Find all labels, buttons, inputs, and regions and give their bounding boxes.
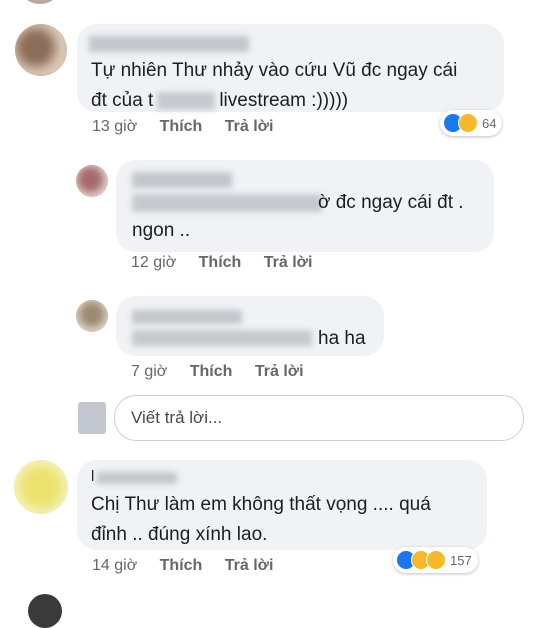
comment-meta: 12 giờ Thích Trả lời [131, 254, 331, 272]
reply-input[interactable]: Viết trả lời... [114, 395, 524, 441]
comment-text-line: ngon .. [132, 220, 191, 241]
redacted-text [132, 330, 312, 346]
comment-text-line: Tự nhiên Thư nhảy vào cứu Vũ đc ngay cái [91, 60, 458, 81]
comment-text-line: ha ha [318, 328, 366, 349]
redacted-text [132, 194, 322, 212]
reaction-summary[interactable]: 157 [393, 547, 478, 573]
timestamp[interactable]: 13 giờ [92, 118, 137, 135]
avatar[interactable] [76, 300, 108, 332]
comment-text-line: đt của t livestream :))))) [91, 86, 501, 116]
commenter-name-fragment[interactable]: l [91, 462, 94, 492]
reply-button[interactable]: Trả lời [225, 557, 274, 574]
commenter-name-redacted[interactable] [97, 472, 177, 484]
comment-text-fragment: livestream :))))) [219, 90, 349, 111]
reaction-summary[interactable]: 64 [440, 110, 503, 136]
redacted-text [132, 172, 232, 188]
reply-button[interactable]: Trả lời [264, 254, 313, 271]
current-user-avatar [78, 402, 106, 434]
comment-bubble: ha ha [116, 296, 384, 356]
reaction-count: 64 [482, 115, 497, 131]
avatar[interactable] [76, 165, 108, 197]
avatar-partial-top[interactable] [20, 0, 60, 4]
avatar-partial-bottom[interactable] [28, 594, 62, 628]
comment-text: Chị Thư làm em không thất vọng .... quá … [91, 490, 481, 550]
like-button[interactable]: Thích [160, 557, 203, 574]
reply-button[interactable]: Trả lời [255, 363, 304, 380]
reply-button[interactable]: Trả lời [225, 118, 274, 135]
timestamp[interactable]: 12 giờ [131, 254, 176, 271]
timestamp[interactable]: 14 giờ [92, 557, 137, 574]
comment-text-line: ờ đc ngay cái đt . [318, 192, 464, 213]
redacted-word [157, 91, 216, 110]
comment-text: Tự nhiên Thư nhảy vào cứu Vũ đc ngay cái… [91, 56, 501, 116]
comment-bubble: l Chị Thư làm em không thất vọng .... qu… [77, 460, 487, 550]
commenter-name-redacted[interactable] [89, 36, 249, 52]
like-button[interactable]: Thích [199, 254, 242, 271]
like-button[interactable]: Thích [160, 118, 203, 135]
comment-bubble: Tự nhiên Thư nhảy vào cứu Vũ đc ngay cái… [77, 24, 504, 112]
sad-icon [426, 550, 446, 570]
avatar[interactable] [15, 24, 67, 76]
reply-input-placeholder: Viết trả lời... [131, 408, 223, 427]
comment-meta: 14 giờ Thích Trả lời [92, 557, 292, 575]
redacted-text [132, 310, 242, 324]
comment-bubble: ờ đc ngay cái đt . ngon .. [116, 160, 494, 252]
comment-text-line: đỉnh .. đúng xính lao. [91, 524, 268, 545]
like-button[interactable]: Thích [190, 363, 233, 380]
haha-icon [458, 113, 478, 133]
reaction-count: 157 [450, 552, 472, 568]
timestamp[interactable]: 7 giờ [131, 363, 167, 380]
comment-meta: 7 giờ Thích Trả lời [131, 363, 322, 381]
avatar[interactable] [14, 460, 68, 514]
comment-text-line: Chị Thư làm em không thất vọng .... quá [91, 494, 431, 515]
comment-meta: 13 giờ Thích Trả lời [92, 118, 292, 136]
comment-text-fragment: đt của t [91, 90, 154, 111]
